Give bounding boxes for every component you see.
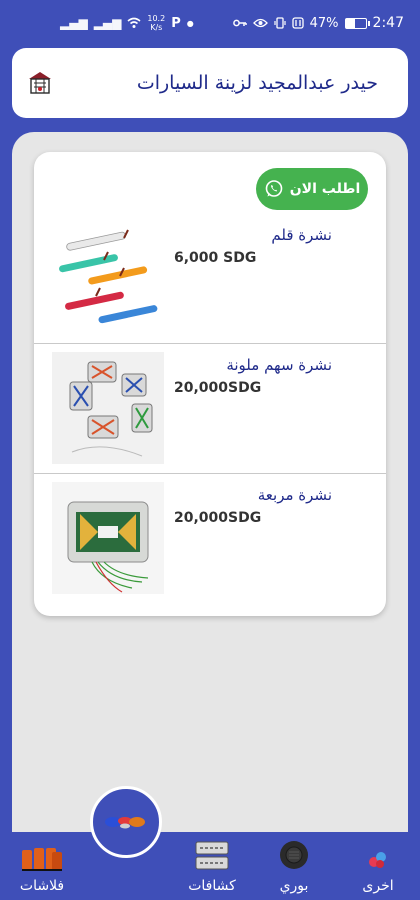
status-left: ▂▄▆ ▂▄▆ 10.2 K/s P ● bbox=[60, 14, 194, 32]
battery-percent: 47% bbox=[309, 15, 339, 31]
product-row[interactable]: نشرة سهم ملونة 20,000SDG bbox=[34, 346, 386, 474]
whatsapp-icon bbox=[265, 180, 283, 197]
other-icon bbox=[369, 852, 386, 868]
wifi-icon bbox=[127, 17, 141, 28]
nav-item-other[interactable]: اخرى bbox=[336, 832, 420, 900]
product-row[interactable]: نشرة قلم 6,000 SDG bbox=[34, 216, 386, 344]
product-image[interactable] bbox=[52, 222, 164, 334]
lte-icon bbox=[291, 17, 304, 29]
battery-icon bbox=[344, 17, 370, 29]
horn-icon bbox=[280, 841, 308, 869]
center-fab-button[interactable] bbox=[90, 786, 162, 858]
status-bar: ▂▄▆ ▂▄▆ 10.2 K/s P ● 47% 2:47 bbox=[0, 0, 420, 46]
network-speed: 10.2 K/s bbox=[147, 14, 165, 32]
nav-label: اخرى bbox=[362, 878, 394, 894]
signal-icon: ▂▄▆ bbox=[60, 16, 88, 30]
nav-item-flashers[interactable]: فلاشات bbox=[0, 832, 84, 900]
spotlight-icon bbox=[195, 841, 229, 870]
nav-item-horn[interactable]: بوري bbox=[252, 832, 336, 900]
product-name: نشرة سهم ملونة bbox=[226, 356, 332, 374]
product-price: 20,000SDG bbox=[174, 380, 262, 396]
eye-icon bbox=[252, 18, 268, 28]
order-now-label: اطلب الان bbox=[289, 181, 361, 197]
nav-label: فلاشات bbox=[19, 878, 65, 894]
clock: 2:47 bbox=[372, 15, 404, 31]
flasher-icon bbox=[22, 848, 62, 871]
product-name: نشرة قلم bbox=[271, 226, 332, 244]
key-icon bbox=[232, 19, 247, 27]
product-price: 6,000 SDG bbox=[174, 250, 257, 266]
lights-fab-icon bbox=[105, 817, 145, 829]
vibrate-icon bbox=[274, 17, 286, 29]
product-image[interactable] bbox=[52, 352, 164, 464]
product-row[interactable]: نشرة مربعة 20,000SDG bbox=[34, 476, 386, 604]
order-now-button[interactable]: اطلب الان bbox=[256, 168, 368, 210]
status-right: 47% 2:47 bbox=[232, 15, 404, 31]
nav-label: بوري bbox=[279, 878, 309, 894]
product-price: 20,000SDG bbox=[174, 510, 262, 526]
app-header: حيدر عبدالمجيد لزينة السيارات bbox=[12, 48, 408, 118]
speed-value: 10.2 bbox=[147, 14, 166, 23]
nav-item-spotlights[interactable]: كشافات bbox=[170, 832, 254, 900]
product-image[interactable] bbox=[52, 482, 164, 594]
signal-icon-2: ▂▄▆ bbox=[93, 16, 122, 30]
products-card: اطلب الان نشرة قلم 6,000 SDG نشرة سهم مل… bbox=[34, 152, 386, 616]
p-icon: P bbox=[171, 15, 181, 31]
product-name: نشرة مربعة bbox=[257, 486, 332, 504]
store-logo-icon[interactable] bbox=[26, 69, 54, 97]
page-title: حيدر عبدالمجيد لزينة السيارات bbox=[136, 72, 378, 94]
main-panel: اطلب الان نشرة قلم 6,000 SDG نشرة سهم مل… bbox=[12, 132, 408, 832]
bottom-nav: فلاشات كشافات بوري اخرى bbox=[0, 832, 420, 900]
battery-level bbox=[345, 18, 355, 28]
dot-icon: ● bbox=[186, 18, 194, 28]
speed-unit: K/s bbox=[150, 23, 163, 32]
nav-label: كشافات bbox=[188, 878, 236, 894]
